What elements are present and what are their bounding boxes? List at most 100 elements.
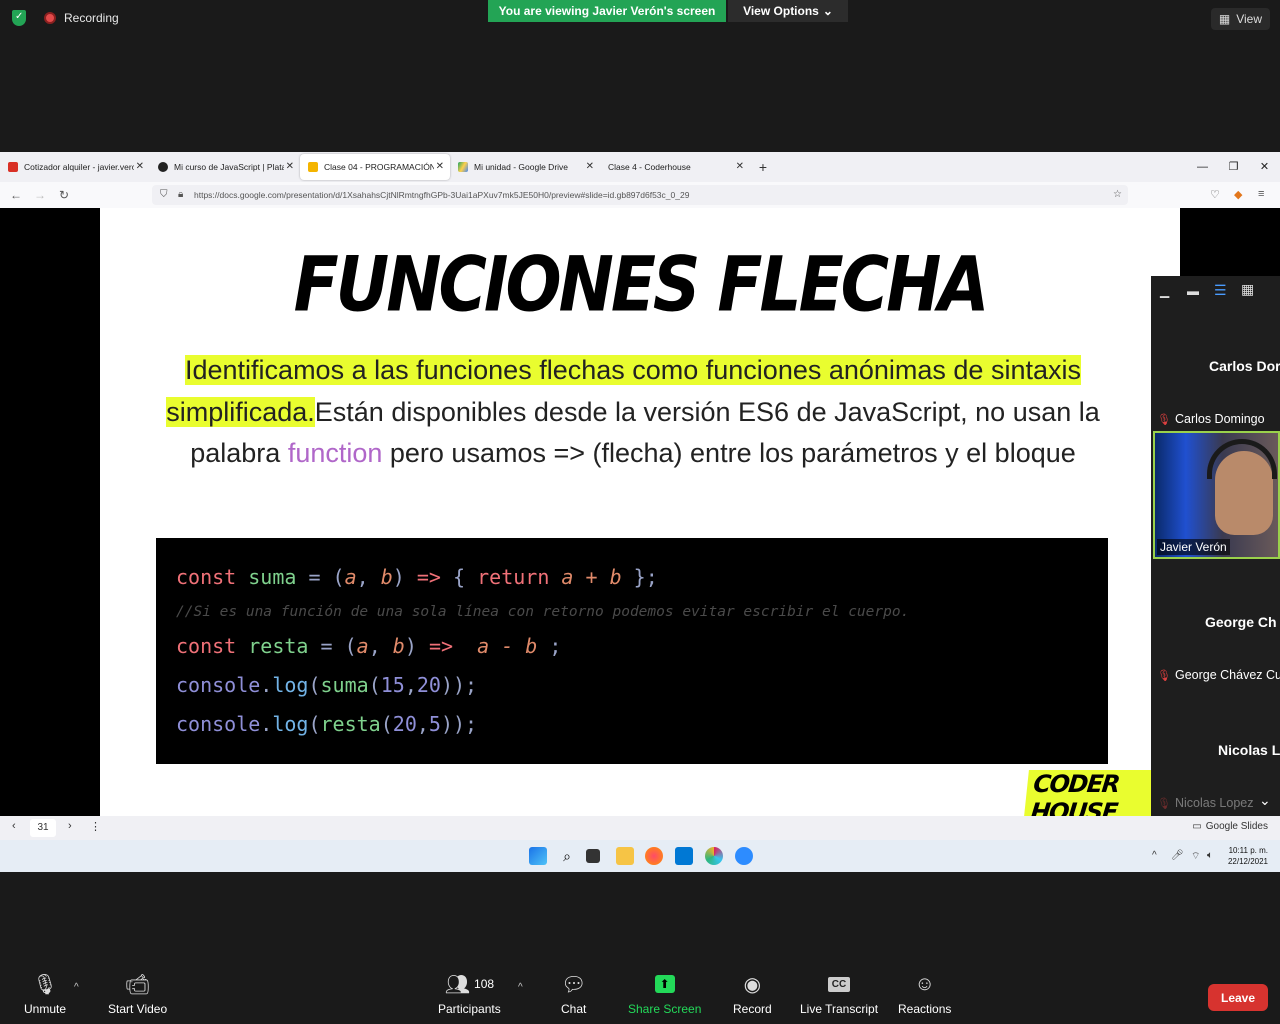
share-screen-label: Share Screen: [628, 1002, 702, 1016]
participant-name-large: Carlos Dor: [1209, 358, 1280, 374]
code-block: const suma = (a, b) => { return a + b };…: [156, 538, 1108, 764]
code-token: const: [176, 634, 237, 658]
code-token: };: [621, 565, 658, 589]
leave-button[interactable]: Leave: [1208, 984, 1268, 1011]
chat-button[interactable]: 💬︎ Chat: [561, 972, 586, 1017]
gmail-icon: [8, 162, 18, 172]
caret-up-icon[interactable]: ^: [74, 982, 79, 993]
caret-up-icon[interactable]: ^: [518, 982, 523, 993]
chevron-up-icon[interactable]: ^: [1152, 850, 1157, 861]
tab-cotizador[interactable]: Cotizador alquiler - javier.veron ✕: [0, 154, 150, 180]
next-slide-icon[interactable]: ›: [68, 820, 72, 832]
forward-icon[interactable]: →: [28, 188, 52, 202]
prev-slide-icon[interactable]: ‹: [12, 820, 16, 832]
tab-curso[interactable]: Mi curso de JavaScript | Platafo ✕: [150, 154, 300, 180]
slides-logo-icon: ▭: [1192, 821, 1202, 832]
close-icon[interactable]: ✕: [286, 161, 294, 172]
drive-icon: [458, 162, 468, 172]
url-field[interactable]: ⛉ 🔒︎ https://docs.google.com/presentatio…: [152, 185, 1128, 205]
wifi-icon[interactable]: ⌔: [1191, 850, 1200, 863]
participant-label: 🎙︎ Nicolas Lopez: [1157, 796, 1253, 810]
tab-coderhouse[interactable]: Clase 4 - Coderhouse ✕: [600, 154, 750, 180]
minimize-icon[interactable]: ▁: [1160, 284, 1169, 298]
close-icon[interactable]: ✕: [586, 161, 594, 172]
tab-clase04[interactable]: Clase 04 - PROGRAMACIÓN CO ✕: [300, 154, 450, 180]
bookmark-star-icon[interactable]: ☆: [1113, 189, 1122, 200]
code-token: {: [440, 565, 478, 589]
scroll-down-icon[interactable]: ⌄: [1259, 792, 1271, 809]
live-transcript-label: Live Transcript: [800, 1002, 879, 1016]
code-token: .: [260, 673, 273, 697]
gallery-view-icon[interactable]: ▦: [1241, 281, 1254, 298]
start-video-button[interactable]: 📹︎ Start Video: [108, 972, 167, 1017]
close-icon[interactable]: ✕: [436, 161, 444, 172]
zoom-app-icon[interactable]: [735, 847, 753, 865]
video-name-label: Javier Verón: [1157, 539, 1230, 555]
recording-label: Recording: [64, 11, 119, 25]
menu-icon[interactable]: ≡: [1258, 188, 1264, 200]
shield-icon: [12, 10, 26, 26]
viewing-banner: You are viewing Javier Verón's screen: [488, 0, 726, 22]
participant-label: 🎙︎ Carlos Domingo: [1157, 412, 1265, 426]
slack-icon[interactable]: [705, 847, 723, 865]
view-button[interactable]: ▦ View: [1210, 8, 1270, 30]
code-token: = (: [296, 565, 345, 589]
participant-video[interactable]: Javier Verón: [1153, 431, 1280, 559]
clock-date: 22/12/2021: [1227, 857, 1268, 866]
close-window-icon[interactable]: ✕: [1249, 152, 1280, 182]
code-token: ): [392, 565, 417, 589]
code-token: (: [308, 673, 321, 697]
view-options-button[interactable]: View Options ⌄: [728, 0, 848, 22]
firefox-icon[interactable]: [645, 847, 663, 865]
code-token: (: [308, 712, 321, 736]
share-screen-button[interactable]: ⬆ Share Screen: [628, 972, 701, 1016]
code-token: ): [404, 634, 429, 658]
strip-view-icon[interactable]: ☰: [1214, 282, 1227, 299]
code-token: a + b: [549, 565, 622, 589]
live-transcript-button[interactable]: CC Live Transcript: [800, 972, 878, 1016]
code-token: ,: [404, 673, 417, 697]
code-token: 20: [392, 712, 417, 736]
vscode-icon[interactable]: [675, 847, 693, 865]
google-slides-link[interactable]: ▭ Google Slides: [1192, 821, 1268, 832]
participant-count: 108: [474, 977, 495, 991]
restore-icon[interactable]: ❐: [1218, 152, 1249, 182]
volume-icon[interactable]: 🔈︎: [1207, 850, 1213, 861]
para-text-2: pero usamos => (flecha) entre los paráme…: [382, 438, 1076, 468]
new-tab-icon[interactable]: +: [750, 159, 776, 175]
minimize-icon[interactable]: —: [1187, 152, 1218, 182]
task-view-icon[interactable]: [586, 849, 600, 863]
reactions-button[interactable]: ☺ Reactions: [898, 972, 951, 1017]
slide-paragraph: Identificamos a las funciones flechas co…: [150, 350, 1116, 475]
code-token: console: [176, 712, 261, 736]
close-icon[interactable]: ✕: [136, 161, 144, 172]
file-explorer-icon[interactable]: [616, 847, 634, 865]
reload-icon[interactable]: ↻: [52, 188, 76, 202]
code-token: .: [260, 712, 273, 736]
participant-label-text: George Chávez Cu: [1174, 668, 1280, 682]
chevron-down-icon: ⌄: [822, 4, 833, 18]
system-clock[interactable]: 10:11 p. m. 22/12/2021: [1228, 845, 1268, 867]
code-line: console.log(suma(15,20));: [176, 666, 1088, 705]
mic-icon[interactable]: 🎤︎: [1171, 850, 1184, 861]
more-options-icon[interactable]: ⋮: [90, 820, 101, 833]
unmute-label: Unmute: [24, 1002, 67, 1016]
tab-drive[interactable]: Mi unidad - Google Drive ✕: [450, 154, 600, 180]
participants-button[interactable]: 👥︎ 108 Participants: [438, 972, 501, 1017]
record-button[interactable]: ◉ Record: [733, 972, 772, 1017]
unmute-button[interactable]: 🎙︎ Unmute: [24, 972, 67, 1017]
start-icon[interactable]: [529, 847, 547, 865]
metamask-icon[interactable]: ◆: [1234, 188, 1242, 201]
search-icon[interactable]: ⌕: [558, 847, 576, 865]
windows-taskbar: ⌕ ^ 🎤︎ ⌔ 🔈︎ 10:11 p. m. 22/12/2021: [0, 840, 1280, 872]
speaker-view-icon[interactable]: ▬: [1187, 284, 1199, 298]
code-token: a: [356, 634, 369, 658]
slide-number[interactable]: 31: [30, 819, 56, 837]
back-icon[interactable]: ←: [4, 188, 28, 202]
tab-title: Clase 4 - Coderhouse: [608, 162, 691, 172]
pocket-icon[interactable]: ♡: [1210, 188, 1220, 201]
zoom-controls: 🎙︎ Unmute ^ 📹︎ Start Video 👥︎ 108 Partic…: [0, 872, 1280, 1024]
close-icon[interactable]: ✕: [736, 161, 744, 172]
view-options-label: View Options: [743, 4, 819, 18]
share-screen-icon: ⬆: [654, 972, 675, 996]
